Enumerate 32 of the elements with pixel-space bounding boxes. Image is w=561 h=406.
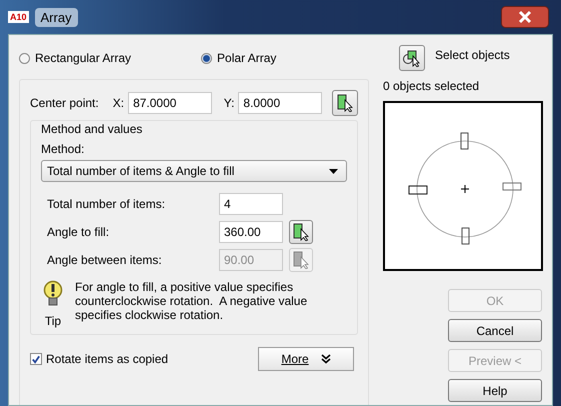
app-icon: A10 (8, 11, 29, 23)
more-button[interactable]: More (258, 347, 354, 371)
input-field[interactable]: 360.00 (219, 221, 283, 243)
selection-count: 0 objects selected (383, 79, 480, 93)
group-title: Method and values (41, 122, 142, 136)
field-label: Angle between items: (47, 253, 163, 267)
method-dropdown[interactable]: Total number of items & Angle to fill (41, 160, 347, 182)
radio-option[interactable]: Rectangular Array (19, 51, 132, 65)
input-field[interactable]: 87.0000 (128, 92, 212, 114)
checkmark-icon (31, 354, 41, 364)
window-title: Array (34, 8, 78, 26)
select-objects-button[interactable] (399, 45, 425, 71)
select-objects-label: Select objects (435, 48, 510, 62)
pick-point-button[interactable] (332, 90, 358, 116)
field-label: Y: (224, 96, 234, 110)
field-label: Center point: (30, 96, 99, 110)
dialog-button[interactable]: Cancel (448, 319, 542, 342)
dialog-button[interactable]: Help (448, 379, 542, 402)
tip-text: For angle to fill, a positive value specifies counterclockwise rotation. A negative value specifies clockwise rotation. (75, 280, 308, 324)
rotate-checkbox[interactable]: Rotate items as copied (30, 352, 168, 366)
field-label: Angle to fill: (47, 225, 110, 239)
field-label: X: (112, 96, 124, 110)
double-chevron-icon (320, 354, 331, 364)
radio-option[interactable]: Polar Array (201, 51, 276, 65)
pick-angle-button[interactable] (289, 220, 313, 244)
dropdown-arrow-icon (329, 168, 338, 174)
tip-label: Tip (44, 314, 62, 328)
field-label: Total number of items: (47, 197, 166, 211)
input-field[interactable]: 8.0000 (238, 92, 322, 114)
field-label: Method: (41, 142, 86, 156)
input-field[interactable]: 4 (219, 193, 283, 215)
close-button[interactable] (501, 6, 549, 28)
